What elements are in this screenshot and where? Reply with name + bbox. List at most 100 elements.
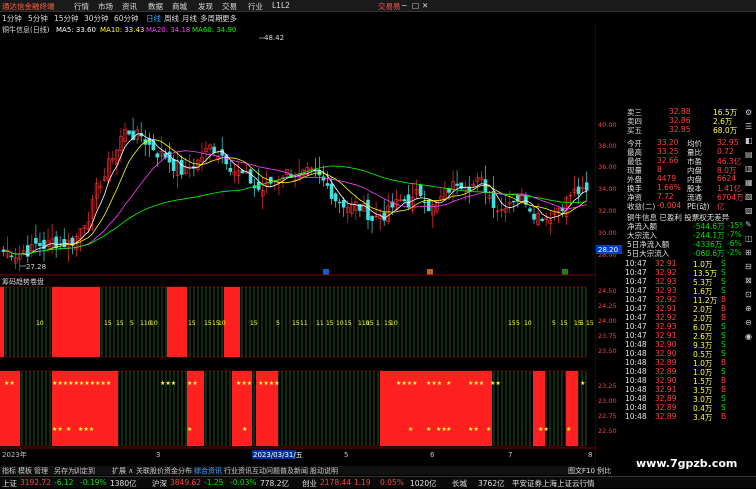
bottom-tab[interactable]: 另存为 (54, 466, 75, 476)
ma5-label: MA5: 33.60 (56, 26, 96, 34)
status-index-field: 2178.44 (320, 478, 352, 487)
close-button[interactable]: ✕ (422, 1, 428, 10)
tick-row: 10:47 32.91 2.6万 S (623, 331, 743, 341)
tool-icon[interactable]: ⊞ (745, 248, 752, 257)
app-logo: 通达信金融终端 (2, 2, 55, 11)
candle-body (155, 153, 160, 158)
tool-icon[interactable]: ▦ (745, 178, 753, 187)
tick-price: 32.89 (655, 412, 677, 421)
tool-icon[interactable]: ▥ (745, 164, 753, 173)
menu-industry[interactable]: 行业 (248, 1, 263, 12)
candle-body (406, 194, 411, 208)
indicator-star: ★★★★ (258, 380, 280, 387)
indicator-value: 10 (390, 320, 398, 327)
bottom-tab[interactable]: 综合资讯 (194, 466, 222, 476)
bottom-tab[interactable]: 指标 (2, 466, 16, 476)
candle-body (426, 199, 431, 212)
menu-market[interactable]: 市场 (98, 1, 113, 12)
indicator-value: 15 (326, 320, 334, 327)
low-price-label: 27.28 (26, 263, 46, 271)
candle-body (9, 255, 14, 258)
tool-icon[interactable]: ⚙ (745, 108, 752, 117)
bottom-tab[interactable]: 行业资讯 (224, 466, 252, 476)
maximize-button[interactable]: □ (412, 1, 419, 10)
menu-discover[interactable]: 发现 (198, 1, 213, 12)
crosshair-date: 2023/03/31/五 (253, 451, 303, 459)
menu-mall[interactable]: 商城 (172, 1, 187, 12)
quote-value: 7.72 (657, 192, 674, 201)
reduce-marker[interactable] (562, 269, 568, 275)
tool-icon[interactable]: ⊠ (745, 276, 752, 285)
candle-body (540, 218, 544, 221)
tool-icon[interactable]: ⊖ (745, 318, 752, 327)
candle-body (179, 159, 184, 175)
quote-panel: 卖三 32.88 16.5万 卖四 32.86 2.6万 买五 32.85 68.0万 今开 33.… (623, 107, 746, 487)
menu-news[interactable]: 资讯 (122, 1, 137, 12)
tick-flag: S (721, 367, 726, 376)
bottom-tab[interactable]: 模板 (18, 466, 32, 476)
tool-icon[interactable]: ⊟ (745, 262, 752, 271)
tick-time: 10:48 (625, 394, 647, 403)
tick-flag: S (721, 277, 726, 286)
tool-icon[interactable]: ⊡ (745, 290, 752, 299)
candle-body (370, 215, 374, 221)
bottom-tab[interactable]: 股动说明 (310, 466, 338, 476)
minimize-button[interactable]: ─ (402, 1, 407, 10)
menu-trade[interactable]: 交易 (222, 1, 237, 12)
tick-time: 10:48 (625, 412, 647, 421)
bottom-tab[interactable]: 管理 (34, 466, 48, 476)
tool-icon[interactable]: ▨ (745, 206, 753, 215)
status-index-field: -1.25 (204, 478, 224, 487)
indicator-value: 15 (116, 320, 124, 327)
kline-chart[interactable]: 铜牛信息(日线) MA5: 33.60 MA10: 33.43 MA20: 34… (0, 23, 595, 463)
right-tool-strip: ⚙ ☰ ◧ ▤ ▥ ▦ ▧ ▨ ✎ ◫ ⊞ ⊟ ⊠ ⊡ ⊕ ⊖ ◉ (743, 100, 756, 440)
tool-icon[interactable]: ▤ (745, 150, 753, 159)
trade-link[interactable]: 交易易 (378, 1, 401, 12)
menu-data[interactable]: 数据 (148, 1, 163, 12)
tick-time: 10:47 (625, 313, 647, 322)
bottom-tab[interactable]: 训定到 (74, 466, 95, 476)
indicator-red-block (0, 287, 4, 357)
x-label-7: 7 (508, 451, 512, 459)
candle-body (54, 236, 58, 249)
menu-quotes[interactable]: 行情 (74, 1, 89, 12)
indicator-star: ★★★★ (396, 380, 418, 387)
tick-price: 32.91 (655, 259, 677, 268)
indicator-tick: 23.50 (598, 347, 617, 355)
f10-link[interactable]: 图文F10 例比 (568, 466, 611, 476)
earnings-marker[interactable] (323, 269, 329, 275)
menu-l1l2[interactable]: L1L2 (272, 1, 290, 10)
tool-icon[interactable]: ✎ (745, 220, 752, 229)
moving-average-lines (3, 133, 587, 256)
tick-price: 32.90 (655, 376, 677, 385)
tool-icon[interactable]: ◉ (745, 332, 752, 341)
indicator-star: ★ (446, 380, 451, 387)
tick-row: 10:48 32.90 0.5万 S (623, 349, 743, 359)
tool-icon[interactable]: ◫ (745, 234, 753, 243)
bottom-tab[interactable]: 关联股价 (136, 466, 164, 476)
tool-icon[interactable]: ⊕ (745, 304, 752, 313)
tool-icon[interactable]: ◧ (745, 136, 753, 145)
candle-body (34, 238, 38, 244)
x-label-3: 3 (156, 451, 160, 459)
quote-row: 换手 1.66% 股本 1.41亿 (623, 183, 743, 193)
price-tick: 30.00 (598, 229, 617, 237)
ask-row: 卖四 32.86 2.6万 (623, 116, 743, 126)
candle-body (491, 191, 496, 208)
ma10-label: MA10: 33.43 (100, 26, 144, 34)
indicator-value: 10 (336, 320, 344, 327)
info-row: 铜牛信息 已盈利 投票权无差异 (623, 212, 743, 222)
tool-icon[interactable]: ☰ (745, 122, 752, 131)
bottom-tab[interactable]: 扩展 ∧ (112, 466, 133, 476)
bottom-tab[interactable]: 互动问题 (252, 466, 280, 476)
candle-body (321, 176, 326, 181)
bottom-tab[interactable]: 资金分布 (164, 466, 192, 476)
tick-price: 32.89 (655, 394, 677, 403)
flow-row: 5日大宗流入 -060.6万 -2% (623, 248, 743, 258)
indicator-value: 15 (508, 320, 516, 327)
ask-row: 买五 32.85 68.0万 (623, 125, 743, 135)
announcement-marker[interactable] (427, 269, 433, 275)
bottom-tab[interactable]: 普及新闻 (280, 466, 308, 476)
indicator-star: ★★★ (78, 426, 94, 433)
tool-icon[interactable]: ▧ (745, 192, 753, 201)
